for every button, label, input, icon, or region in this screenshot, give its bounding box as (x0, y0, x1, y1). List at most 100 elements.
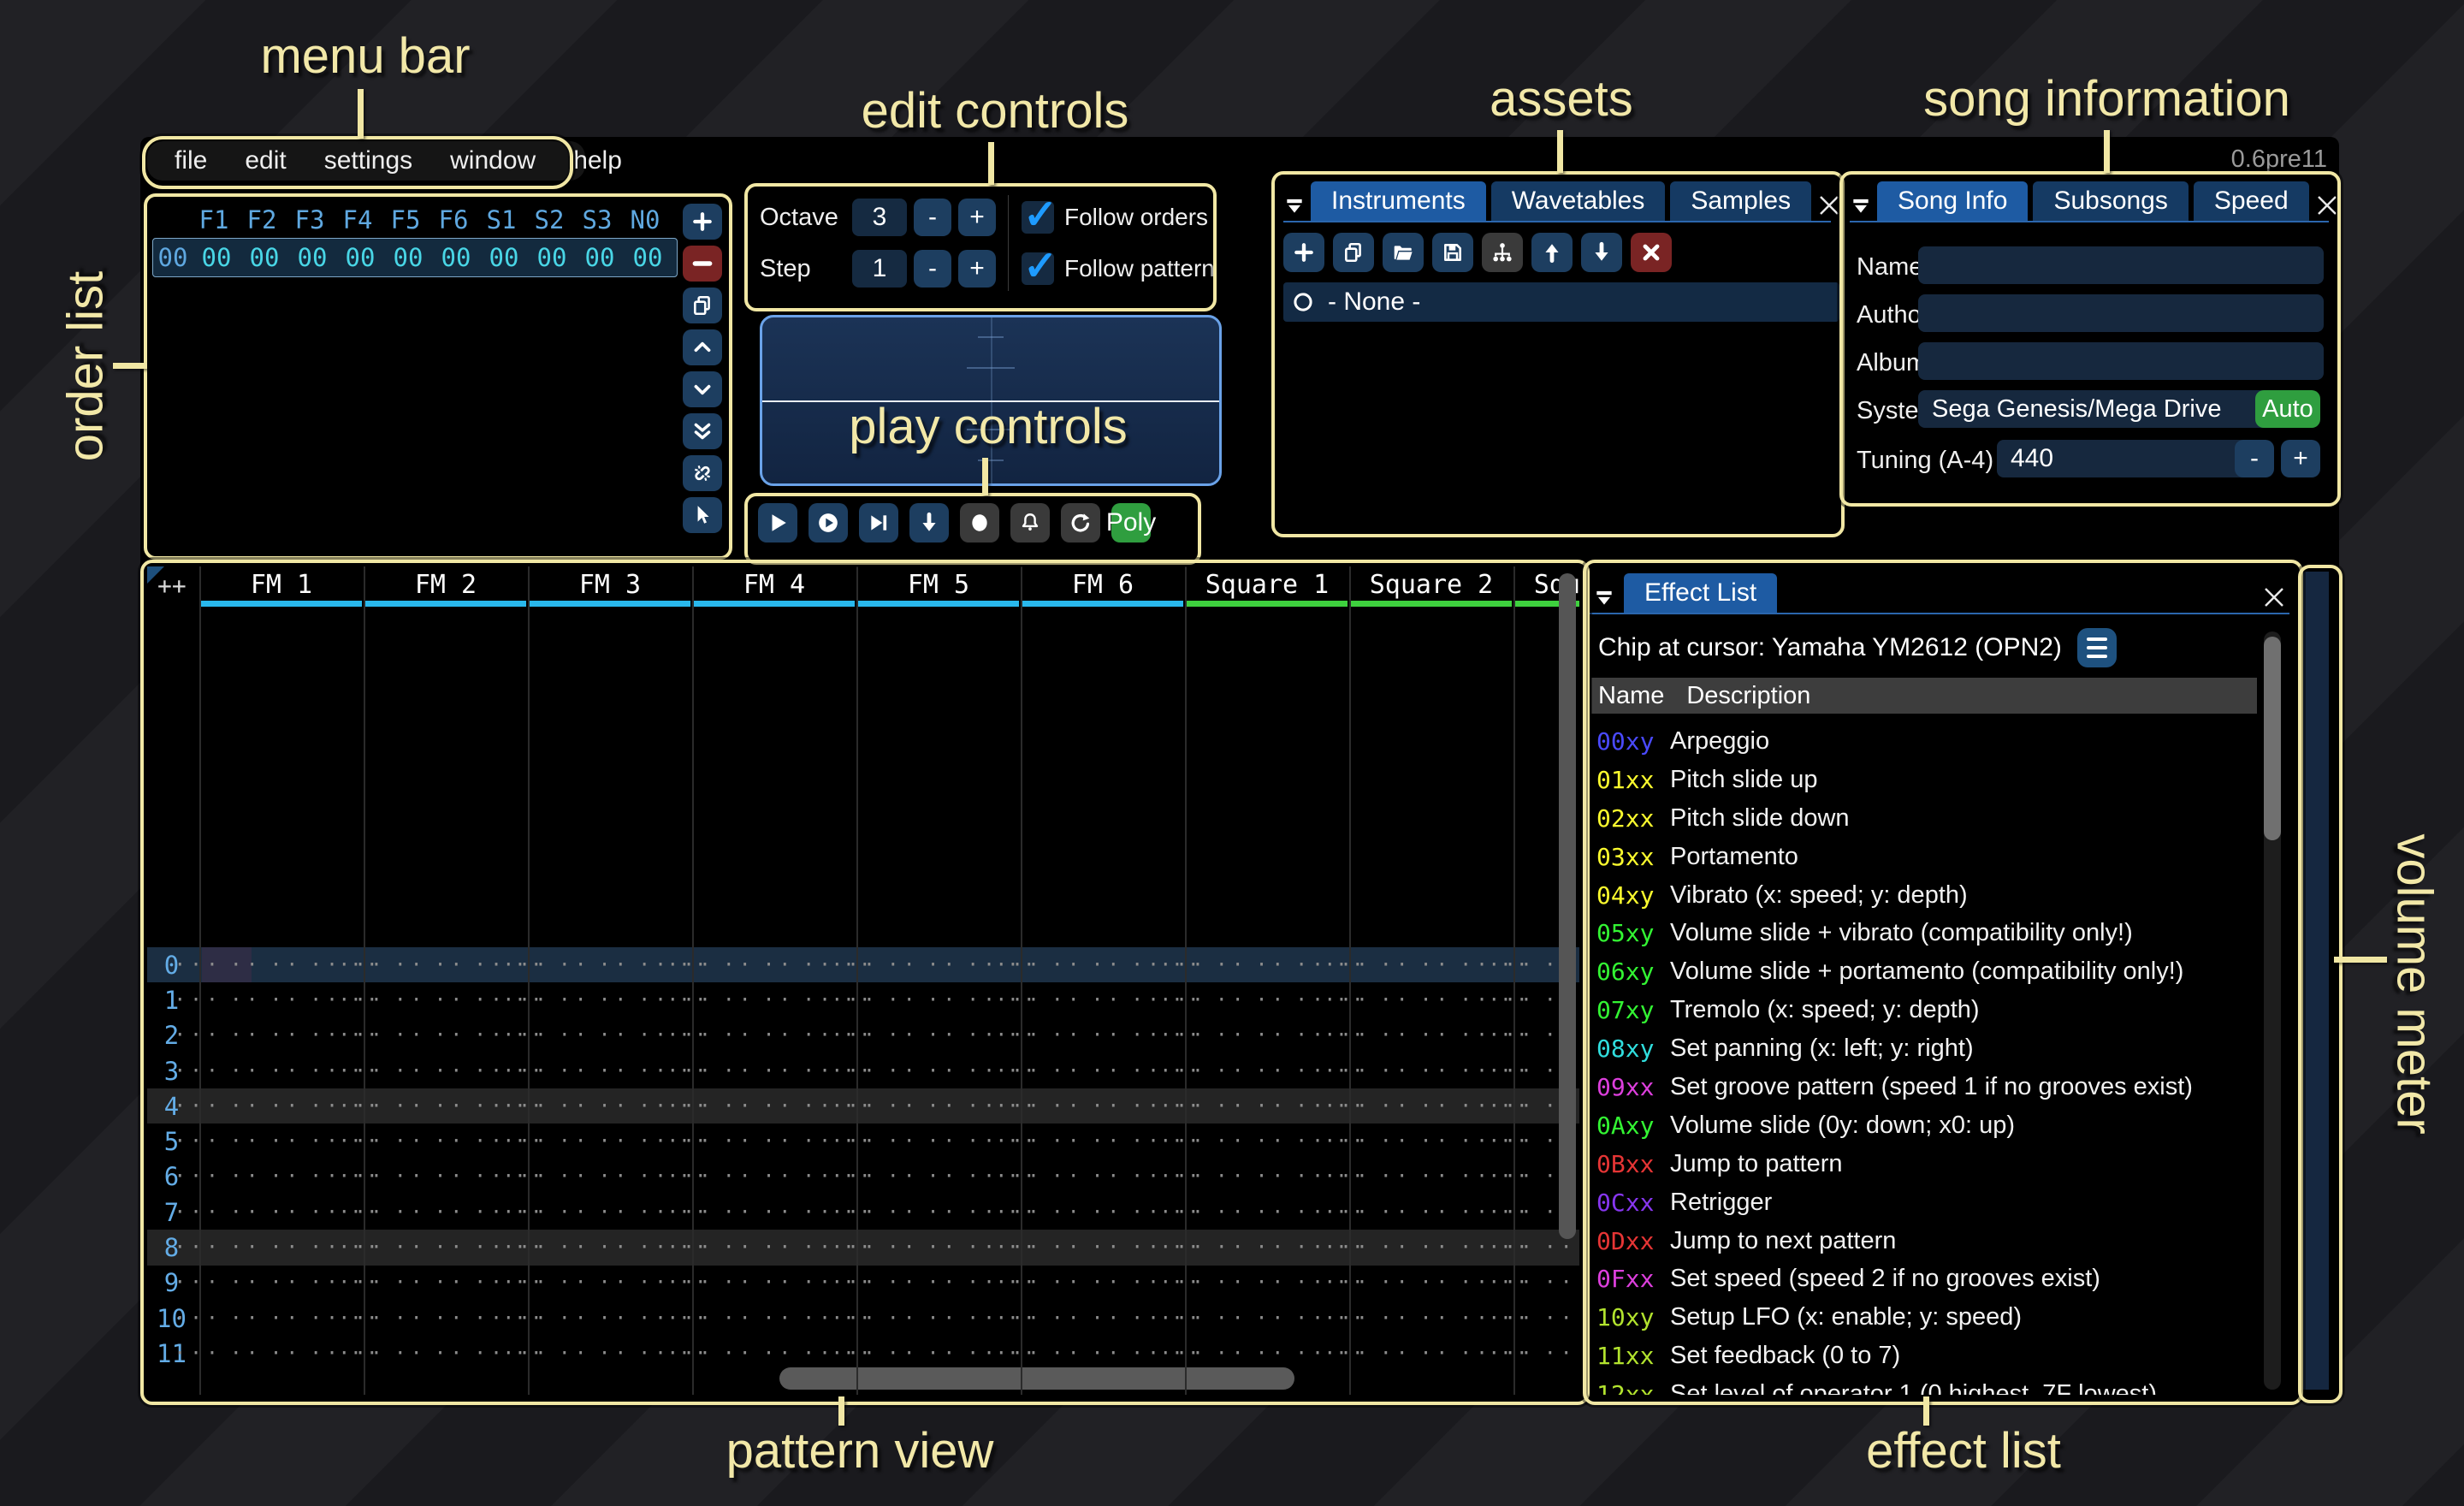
pattern-row[interactable]: 8·······································… (147, 1230, 1579, 1265)
author-field[interactable] (1918, 294, 2324, 332)
pattern-cell[interactable]: ··········· (524, 1201, 689, 1224)
pattern-rows[interactable]: 0·······································… (147, 947, 1579, 1372)
effect-row-00xy[interactable]: 00xyArpeggio (1591, 722, 2257, 761)
pattern-row[interactable]: 4·······································… (147, 1088, 1579, 1124)
pattern-cell[interactable]: ··········· (853, 954, 1017, 976)
pattern-cell[interactable]: ··········· (1017, 1130, 1182, 1153)
step-value[interactable]: 1 (852, 250, 907, 288)
pattern-cell[interactable]: ··········· (853, 1236, 1017, 1259)
metronome-button[interactable] (1010, 503, 1050, 543)
order-cell[interactable]: 00 (480, 243, 528, 272)
pattern-cell[interactable]: ··········· (524, 1095, 689, 1118)
pattern-cell[interactable]: ··········· (689, 989, 853, 1011)
pattern-cell[interactable]: ··········· (853, 1272, 1017, 1294)
pattern-cell[interactable]: ··········· (1510, 1307, 1579, 1330)
pattern-cell[interactable]: ··········· (524, 954, 689, 976)
pattern-cell[interactable]: ··········· (853, 1130, 1017, 1153)
channel-header-fm-4[interactable]: FM 4 (694, 570, 855, 599)
close-icon[interactable] (2314, 190, 2340, 221)
pattern-row[interactable]: 6·······································… (147, 1159, 1579, 1195)
effect-row-08xy[interactable]: 08xySet panning (x: left; y: right) (1591, 1029, 2257, 1068)
pattern-cell[interactable]: ··········· (1182, 989, 1346, 1011)
pattern-cell[interactable]: ··········· (689, 954, 853, 976)
pattern-cell[interactable]: ··········· (360, 1236, 524, 1259)
pattern-cell[interactable]: ··········· (360, 1307, 524, 1330)
pattern-cell[interactable]: ··········· (689, 1130, 853, 1153)
pattern-cell[interactable]: ··········· (689, 1165, 853, 1188)
record-button[interactable] (960, 503, 999, 543)
pattern-cell[interactable]: ··········· (1017, 1060, 1182, 1082)
delete-asset-button[interactable] (1631, 233, 1672, 272)
pattern-row[interactable]: 2·······································… (147, 1018, 1579, 1053)
pattern-row[interactable]: 3·······································… (147, 1053, 1579, 1088)
pattern-cell[interactable]: ··········· (1346, 1201, 1510, 1224)
pattern-cell[interactable]: ··········· (196, 1060, 360, 1082)
close-icon[interactable] (2259, 582, 2289, 613)
open-asset-button[interactable] (1383, 233, 1424, 272)
pattern-cell[interactable]: ··········· (853, 1165, 1017, 1188)
pattern-cell[interactable]: ··········· (1017, 1307, 1182, 1330)
play-button[interactable] (758, 503, 797, 543)
effect-row-01xx[interactable]: 01xxPitch slide up (1591, 761, 2257, 799)
menu-item-file[interactable]: file (156, 146, 226, 175)
pattern-cell[interactable]: ··········· (689, 1060, 853, 1082)
pattern-row[interactable]: 11······································… (147, 1336, 1579, 1371)
pattern-cell[interactable]: ··········· (1510, 1272, 1579, 1294)
pattern-cell[interactable]: ··········· (360, 1024, 524, 1046)
effect-row-07xy[interactable]: 07xyTremolo (x: speed; y: depth) (1591, 991, 2257, 1029)
order-cell[interactable]: 00 (192, 243, 240, 272)
pattern-cell[interactable]: ··········· (1346, 1060, 1510, 1082)
effect-list-tab-effect-list[interactable]: Effect List (1624, 573, 1777, 613)
effect-row-06xy[interactable]: 06xyVolume slide + portamento (compatibi… (1591, 952, 2257, 991)
pattern-cell[interactable]: ··········· (196, 1024, 360, 1046)
pattern-cell[interactable]: ··········· (1182, 1165, 1346, 1188)
pattern-cell[interactable]: ··········· (1346, 954, 1510, 976)
effect-row-09xx[interactable]: 09xxSet groove pattern (speed 1 if no gr… (1591, 1068, 2257, 1106)
effect-row-0axy[interactable]: 0AxyVolume slide (0y: down; x0: up) (1591, 1106, 2257, 1145)
menu-item-edit[interactable]: edit (226, 146, 305, 175)
effect-row-10xy[interactable]: 10xySetup LFO (x: enable; y: speed) (1591, 1298, 2257, 1337)
pattern-cell[interactable]: ··········· (196, 1201, 360, 1224)
pattern-cell[interactable]: ··········· (524, 1307, 689, 1330)
channel-header-fm-6[interactable]: FM 6 (1022, 570, 1183, 599)
pattern-cell[interactable]: ··········· (1510, 1236, 1579, 1259)
move-asset-up-button[interactable] (1531, 233, 1573, 272)
channel-header-fm-2[interactable]: FM 2 (365, 570, 526, 599)
pattern-cell[interactable]: ··········· (1017, 1236, 1182, 1259)
pattern-cell[interactable]: ··········· (1346, 1307, 1510, 1330)
effect-row-12xx[interactable]: 12xxSet level of operator 1 (0 highest, … (1591, 1375, 2257, 1395)
effect-row-05xy[interactable]: 05xyVolume slide + vibrato (compatibilit… (1591, 914, 2257, 952)
pattern-cell[interactable]: ··········· (196, 1272, 360, 1294)
pattern-row[interactable]: 10······································… (147, 1301, 1579, 1336)
move-order-up-button[interactable] (683, 329, 722, 365)
pattern-cell[interactable]: ··········· (689, 1343, 853, 1365)
name-field[interactable] (1918, 246, 2324, 284)
pattern-corner-button[interactable]: ++ (157, 572, 187, 600)
pattern-cell[interactable]: ··········· (524, 1236, 689, 1259)
pattern-cell[interactable]: ··········· (1182, 1024, 1346, 1046)
pattern-cell[interactable]: ··········· (1182, 1201, 1346, 1224)
duplicate-asset-button[interactable] (1333, 233, 1374, 272)
pattern-row[interactable]: 5·······································… (147, 1124, 1579, 1159)
system-value[interactable]: Sega Genesis/Mega Drive (1918, 390, 2271, 428)
close-icon[interactable] (1816, 190, 1842, 221)
order-cell[interactable]: 00 (624, 243, 672, 272)
collapse-window-icon[interactable] (1283, 192, 1306, 221)
assets-tab-samples[interactable]: Samples (1670, 181, 1811, 221)
pattern-cell[interactable]: ··········· (196, 1307, 360, 1330)
pattern-cell[interactable]: ··········· (853, 1060, 1017, 1082)
duplicate-order-button[interactable] (683, 288, 722, 323)
collapse-window-icon[interactable] (1850, 192, 1872, 221)
album-field[interactable] (1918, 342, 2324, 380)
pattern-cell[interactable]: ··········· (689, 1236, 853, 1259)
pattern-cell[interactable]: ··········· (1182, 1060, 1346, 1082)
step-plus-button[interactable]: + (958, 250, 996, 288)
effect-list-scrollbar[interactable] (2264, 637, 2281, 840)
pattern-cell[interactable]: ··········· (1182, 1272, 1346, 1294)
poly-button[interactable]: Poly (1111, 503, 1151, 543)
follow-pattern-checkbox[interactable]: ✓ (1022, 252, 1054, 285)
pattern-cell[interactable]: ··········· (360, 1272, 524, 1294)
pattern-cell[interactable]: ··········· (360, 1165, 524, 1188)
menu-item-help[interactable]: help (554, 146, 641, 175)
pattern-cell[interactable]: ··········· (1017, 1272, 1182, 1294)
